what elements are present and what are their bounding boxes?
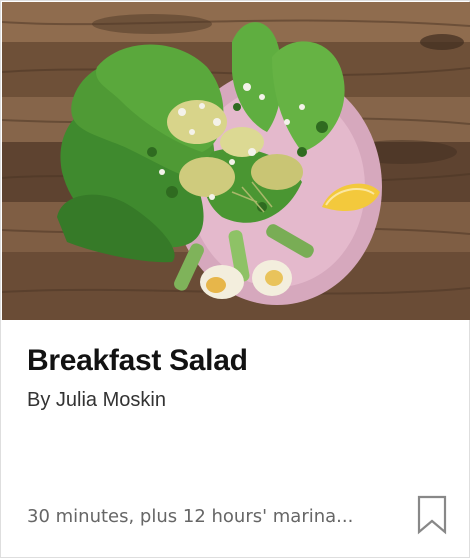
recipe-title[interactable]: Breakfast Salad [27, 343, 248, 379]
recipe-time: 30 minutes, plus 12 hours' marina... [27, 506, 354, 527]
save-recipe-button[interactable] [413, 493, 451, 539]
recipe-card[interactable]: Breakfast Salad By Julia Moskin 30 minut… [0, 0, 470, 558]
bookmark-icon [417, 495, 447, 538]
recipe-photo[interactable] [2, 2, 470, 320]
recipe-byline: By Julia Moskin [27, 389, 166, 411]
